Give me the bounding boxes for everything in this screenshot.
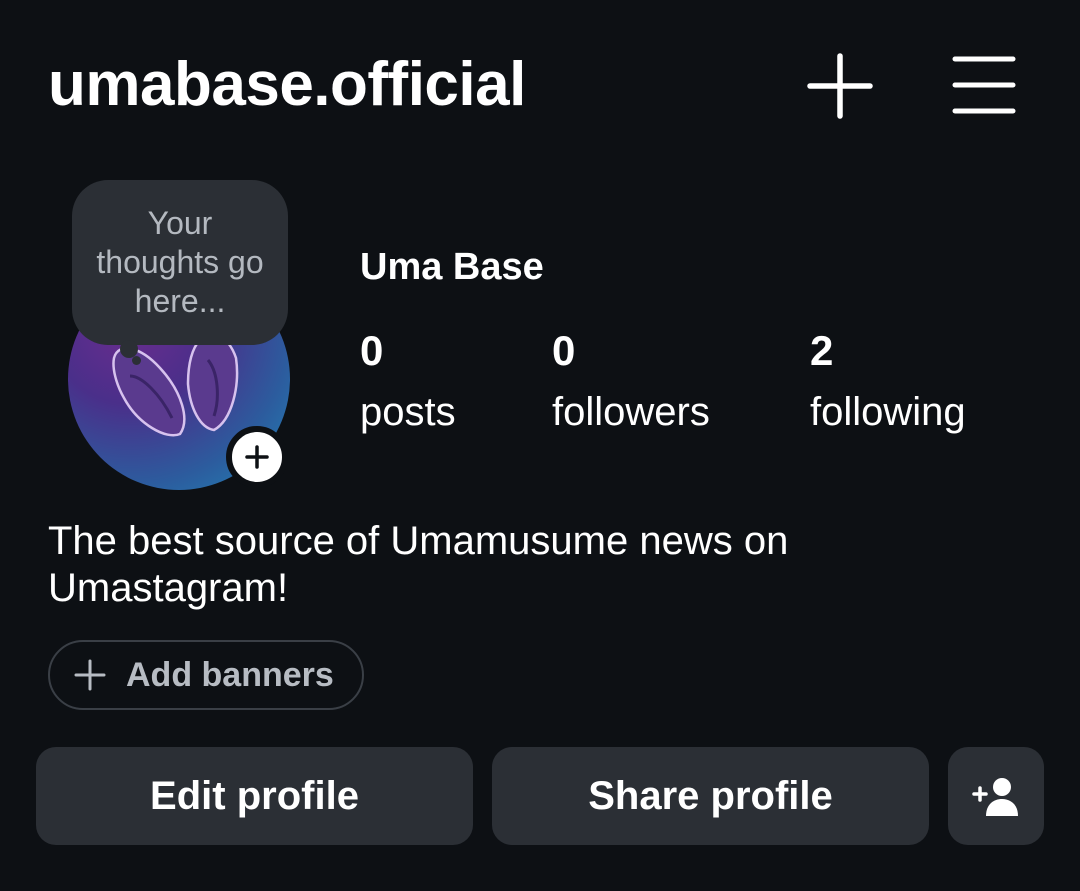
- edit-profile-button[interactable]: Edit profile: [36, 747, 473, 845]
- stat-label: followers: [552, 390, 710, 434]
- stat-value: 2: [810, 327, 834, 374]
- share-profile-label: Share profile: [588, 773, 833, 818]
- add-story-button[interactable]: [226, 426, 288, 488]
- stat-followers[interactable]: 0 followers: [552, 326, 710, 436]
- stat-posts[interactable]: 0 posts: [360, 326, 456, 436]
- plus-icon: [807, 53, 873, 119]
- add-person-icon: [972, 778, 1018, 816]
- thought-bubble-text: Your thoughts go here...: [96, 205, 264, 319]
- thought-bubble[interactable]: Your thoughts go here...: [72, 180, 288, 345]
- share-profile-button[interactable]: Share profile: [492, 747, 929, 845]
- edit-profile-label: Edit profile: [150, 773, 359, 818]
- add-banners-label: Add banners: [126, 655, 334, 694]
- stat-label: following: [810, 390, 966, 434]
- create-button[interactable]: [804, 50, 876, 122]
- plus-icon: [74, 659, 106, 691]
- discover-people-button[interactable]: [948, 747, 1044, 845]
- stat-value: 0: [360, 327, 384, 374]
- menu-button[interactable]: [948, 50, 1020, 122]
- add-banners-button[interactable]: Add banners: [48, 640, 364, 710]
- display-name: Uma Base: [360, 246, 544, 288]
- hamburger-menu-icon: [952, 56, 1016, 114]
- stat-following[interactable]: 2 following: [810, 326, 966, 436]
- stat-value: 0: [552, 327, 576, 374]
- profile-bio: The best source of Umamusume news on Uma…: [48, 519, 789, 610]
- stat-label: posts: [360, 390, 456, 434]
- profile-username[interactable]: umabase.official: [48, 48, 526, 122]
- thought-bubble-tail-dot: [132, 356, 141, 365]
- plus-icon: [245, 445, 269, 469]
